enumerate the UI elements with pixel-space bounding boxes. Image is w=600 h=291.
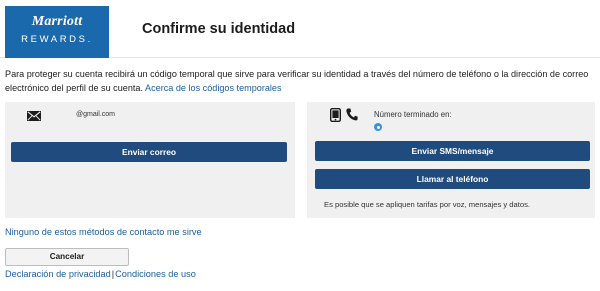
phone-number-label: Número terminado en: — [374, 110, 452, 119]
footer-links: Declaración de privacidad|Condiciones de… — [5, 269, 196, 279]
privacy-statement-link[interactable]: Declaración de privacidad — [5, 269, 111, 279]
header: Marriott REWARDS. Confirme su identidad — [0, 0, 600, 58]
logo-line2: REWARDS. — [21, 34, 93, 45]
intro-body: Para proteger su cuenta recibirá un códi… — [5, 69, 589, 93]
no-contact-method-link[interactable]: Ninguno de estos métodos de contacto me … — [5, 227, 202, 237]
fees-note: Es posible que se apliquen tarifas por v… — [324, 200, 530, 209]
masked-email: @gmail.com — [76, 111, 116, 118]
call-phone-button[interactable]: Llamar al teléfono — [315, 169, 590, 189]
temporary-codes-link[interactable]: Acerca de los códigos temporales — [145, 83, 281, 93]
logo-line1: Marriott — [31, 14, 83, 29]
footer-separator: | — [111, 269, 115, 279]
send-sms-button[interactable]: Enviar SMS/mensaje — [315, 141, 590, 161]
envelope-icon — [27, 111, 41, 121]
email-option-panel: @gmail.com Enviar correo — [5, 102, 295, 218]
terms-of-use-link[interactable]: Condiciones de uso — [115, 269, 196, 279]
handset-icon — [346, 108, 358, 121]
phone-number-radio[interactable] — [374, 123, 382, 131]
send-email-button[interactable]: Enviar correo — [11, 142, 287, 162]
mobile-phone-icon — [330, 108, 341, 122]
phone-option-panel: Número terminado en: Enviar SMS/mensaje … — [307, 102, 595, 218]
intro-text: Para proteger su cuenta recibirá un códi… — [5, 68, 595, 95]
page-title: Confirme su identidad — [142, 21, 296, 37]
cancel-button[interactable]: Cancelar — [5, 248, 129, 266]
marriott-rewards-logo: Marriott REWARDS. — [5, 6, 109, 58]
